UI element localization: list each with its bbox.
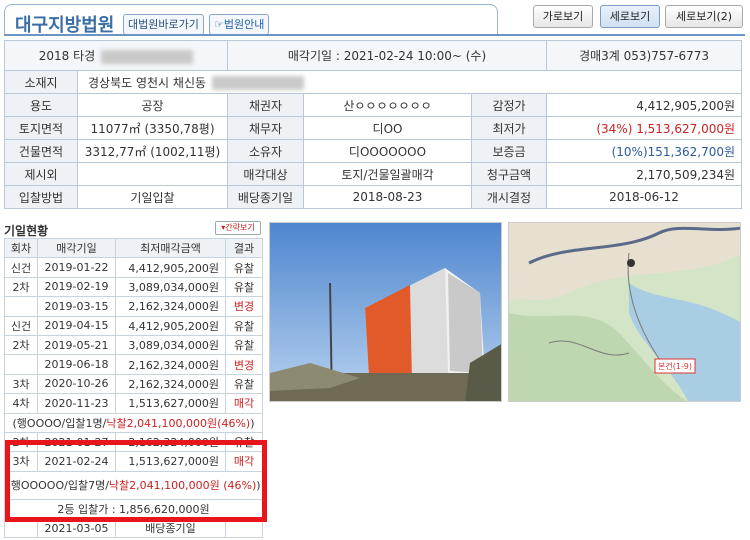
vertical-view-button[interactable]: 세로보기 <box>600 5 660 28</box>
case-number: 2018 타경 <box>4 40 228 71</box>
info-row: 용도 공장 채권자 산ㅇㅇㅇㅇㅇㅇㅇ 감정가 4,412,905,200원 <box>4 93 743 117</box>
header-divider <box>4 34 745 36</box>
sale-date: 매각기일 : 2021-02-24 10:00~ (수) <box>226 40 548 71</box>
info-row: 제시외 매각대상 토지/건물일괄매각 청구금액 2,170,509,234원 <box>4 162 743 186</box>
horizontal-view-button[interactable]: 가로보기 <box>533 5 593 28</box>
history-header: 회차 매각기일 최저매각금액 결과 <box>4 237 263 259</box>
brief-view-button[interactable]: ▾간략보기 <box>215 221 261 235</box>
court-tab: 대구지방법원 대법원바로가기 ☞법원안내 <box>4 4 498 36</box>
guide-icon: ☞ <box>214 18 224 31</box>
supreme-court-link[interactable]: 대법원바로가기 <box>123 14 204 35</box>
table-row: 2차 2019-02-19 3,089,034,000원 유찰 <box>4 276 263 298</box>
table-row: 2019-06-18 2,162,324,000원 변경 <box>4 354 263 375</box>
table-row: 4차 2020-11-23 1,513,627,000원 매각 <box>4 393 263 414</box>
highlight-box <box>5 440 267 522</box>
address-label: 소재지 <box>4 70 78 94</box>
table-row: 신건 2019-04-15 4,412,905,200원 유찰 <box>4 315 263 336</box>
court-guide-link[interactable]: ☞법원안내 <box>209 14 270 35</box>
department: 경매3계 053)757-6773 <box>546 40 743 71</box>
map-label: 본건(1-9) <box>658 361 692 371</box>
info-row: 입찰방법 기일입찰 배당종기일 2018-08-23 개시결정 2018-06-12 <box>4 185 743 209</box>
address-value: 경상북도 영천시 채신동 <box>76 70 743 94</box>
info-row: 토지면적 11077㎡ (3350,78평) 채무자 디OO 최저가 (34%) 1,… <box>4 116 743 140</box>
location-map[interactable]: 본건(1-9) <box>508 222 741 402</box>
vertical-view-2-button[interactable]: 세로보기(2) <box>665 5 743 28</box>
building-photo[interactable] <box>269 222 502 402</box>
table-row: 2차 2019-05-21 3,089,034,000원 유찰 <box>4 334 263 356</box>
case-info-table: 2018 타경 매각기일 : 2021-02-24 10:00~ (수) 경매3… <box>4 40 743 209</box>
history-title: 기일현황 <box>4 224 49 238</box>
bid-note-row: (행OOOO/입찰1명/낙찰2,041,100,000원(46%)) <box>4 412 263 433</box>
table-row: 신건 2019-01-22 4,412,905,200원 유찰 <box>4 257 263 278</box>
info-row: 건물면적 3312,77㎡ (1002,11평) 소유자 디OOOOOOO 보증금(… <box>4 139 743 163</box>
table-row: 2019-03-15 2,162,324,000원 변경 <box>4 296 263 317</box>
table-row: 3차 2020-10-26 2,162,324,000원 유찰 <box>4 373 263 395</box>
